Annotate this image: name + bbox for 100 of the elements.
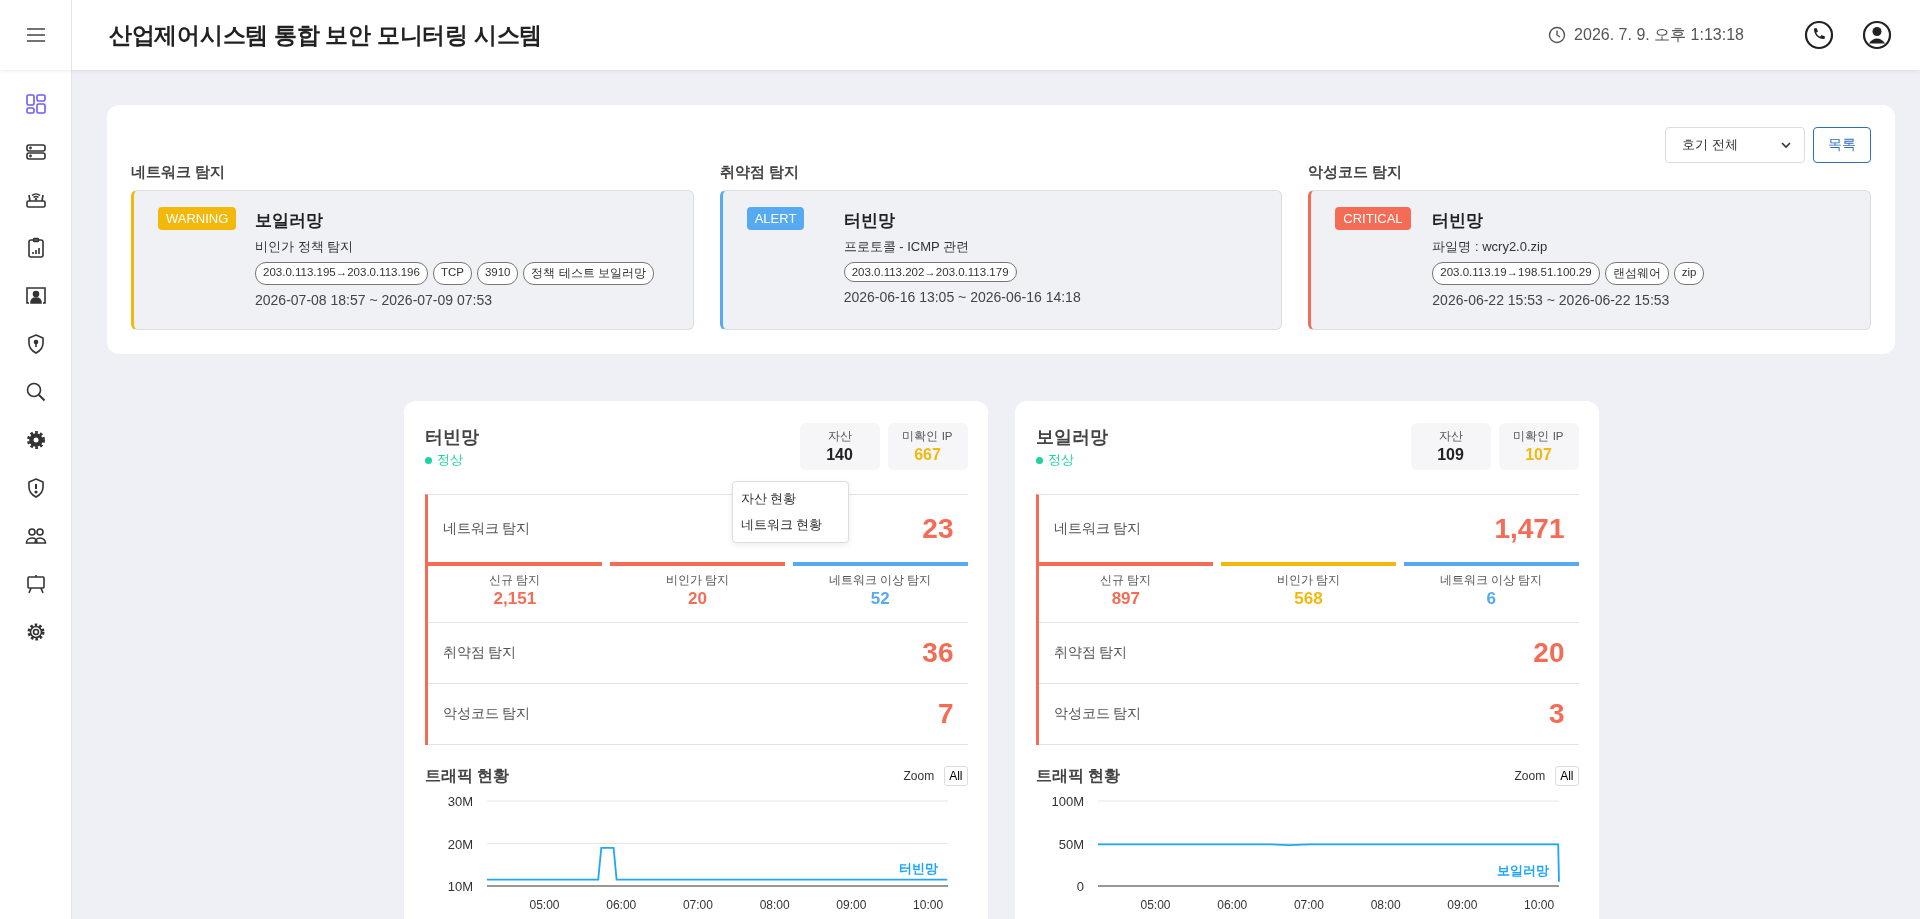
row-label: 네트워크 탐지 <box>442 519 531 538</box>
series-label: 보일러망 <box>1496 862 1549 878</box>
detection-period: 2026-06-22 15:53 ~ 2026-06-22 15:53 <box>1432 292 1671 308</box>
network-name: 터빈망 <box>843 210 896 232</box>
status-dot <box>424 456 432 464</box>
row-label: 네트워크 탐지 <box>1053 519 1142 538</box>
zoom-label: Zoom <box>1514 769 1546 783</box>
menu-icon <box>24 27 47 43</box>
stat-label: 자산 <box>827 429 852 444</box>
detection-description: 비인가 정책 탐지 <box>255 238 355 256</box>
app-title: 산업제어시스템 통합 보안 모니터링 시스템 <box>109 20 543 50</box>
stat-value: 140 <box>826 446 853 464</box>
tag: zip <box>1673 262 1705 285</box>
phone-button[interactable] <box>1804 20 1834 50</box>
dashboard-icon <box>23 92 48 116</box>
chart-title: 트래픽 현황 <box>424 765 509 786</box>
breakdown-label: 신규 탐지 <box>1100 572 1152 589</box>
tag: 랜섬웨어 <box>1604 262 1669 285</box>
network-title: 보일러망 <box>1035 426 1108 449</box>
breakdown-label: 신규 탐지 <box>489 572 541 589</box>
axis-label: 09:00 <box>835 898 866 912</box>
zoom-all-button[interactable]: All <box>1555 766 1579 786</box>
axis-label: 0 <box>1076 879 1084 894</box>
detection-card[interactable]: CRITICAL 터빈망 파일명 : wcry2.0.zip 203.0.113.19→198.51.100.29 랜섬웨어 zip 2026-06-22 15:53 ~ 2026-06-22 15:53 <box>1308 190 1871 330</box>
detection-count: 7 <box>937 698 954 730</box>
detection-period: 2026-06-16 13:05 ~ 2026-06-16 14:18 <box>843 289 1081 305</box>
zoom-label: Zoom <box>903 769 935 783</box>
row-label: 악성코드 탐지 <box>1053 705 1142 723</box>
stat-value: 667 <box>914 446 941 464</box>
zoom-all-button[interactable]: All <box>944 766 968 786</box>
breakdown-value: 6 <box>1486 589 1496 609</box>
axis-label: 20M <box>447 836 473 852</box>
network-name: 보일러망 <box>255 210 324 232</box>
stat-label: 미확인 IP <box>902 429 953 444</box>
status-dot <box>1035 456 1043 464</box>
menu-item[interactable]: 자산 현황 <box>740 488 840 510</box>
breakdown-value: 897 <box>1111 589 1140 609</box>
user-icon <box>1862 20 1892 50</box>
stat-value: 109 <box>1437 446 1464 464</box>
axis-label: 06:00 <box>605 898 636 912</box>
phone-icon <box>1804 20 1834 50</box>
breakdown-value: 2,151 <box>493 589 537 609</box>
menu-item[interactable]: 네트워크 현황 <box>740 514 840 536</box>
axis-label: 10:00 <box>912 898 943 912</box>
chart-title: 트래픽 현황 <box>1035 765 1120 786</box>
tag: 203.0.113.195→203.0.113.196 <box>255 262 428 285</box>
tag: 203.0.113.202→203.0.113.179 <box>843 262 1017 282</box>
user-button[interactable] <box>1862 20 1892 50</box>
detection-card[interactable]: ALERT 터빈망 프로토콜 - ICMP 관련 203.0.113.202→203.0.113.179 2026-06-16 13:05 ~ 2026-06-16 14:18 <box>719 190 1283 330</box>
network-name: 터빈망 <box>1432 210 1485 232</box>
row-label: 취약점 탐지 <box>1053 644 1128 662</box>
detection-description: 프로토콜 - ICMP 관련 <box>843 238 971 256</box>
axis-label: 08:00 <box>759 898 790 912</box>
axis-label: 50M <box>1058 836 1084 852</box>
axis-label: 10M <box>447 879 473 894</box>
axis-label: 09:00 <box>1446 898 1477 912</box>
breakdown-label: 네트워크 이상 탐지 <box>1439 572 1543 589</box>
axis-label: 07:00 <box>682 898 713 912</box>
axis-label: 10:00 <box>1523 898 1554 912</box>
network-title: 터빈망 <box>424 426 479 449</box>
detection-count: 20 <box>1533 637 1565 669</box>
breakdown-label: 비인가 탐지 <box>665 572 730 589</box>
section-heading: 악성코드 탐지 <box>1308 163 1404 182</box>
network-status: 정상 <box>436 451 463 469</box>
axis-label: 100M <box>1050 794 1084 809</box>
breakdown-value: 20 <box>688 589 707 609</box>
row-label: 악성코드 탐지 <box>442 705 531 723</box>
series-label: 터빈망 <box>898 860 938 876</box>
network-status: 정상 <box>1047 451 1074 469</box>
tag: 3910 <box>476 262 519 285</box>
axis-label: 30M <box>447 794 473 809</box>
unit-filter-dropdown[interactable]: 호기 전체 <box>1665 127 1805 163</box>
severity-badge: ALERT <box>746 207 805 230</box>
tag: 정책 테스트 보일러망 <box>523 262 654 285</box>
axis-label: 06:00 <box>1216 898 1247 912</box>
breakdown-value: 52 <box>870 589 890 609</box>
chevron-down-icon <box>1780 141 1792 149</box>
list-button[interactable]: 목록 <box>1813 127 1871 163</box>
detection-card[interactable]: WARNING 보일러망 비인가 정책 탐지 203.0.113.195→203.0.113.196 TCP 3910 정책 테스트 보일러망 2026-07-08 18:57 ~ 2026-07-09 07:53 <box>131 190 694 330</box>
axis-label: 05:00 <box>1140 898 1171 912</box>
axis-label: 07:00 <box>1293 898 1324 912</box>
breakdown-label: 네트워크 이상 탐지 <box>828 572 932 589</box>
current-datetime: 2026. 7. 9. 오후 1:13:18 <box>1574 24 1744 45</box>
detection-count: 23 <box>922 512 954 545</box>
tag: 203.0.113.19→198.51.100.29 <box>1432 262 1600 285</box>
severity-badge: CRITICAL <box>1335 207 1411 230</box>
detection-period: 2026-07-08 18:57 ~ 2026-07-09 07:53 <box>255 292 494 308</box>
row-label: 취약점 탐지 <box>442 644 517 662</box>
detection-count: 36 <box>922 637 954 669</box>
stat-label: 미확인 IP <box>1513 429 1564 444</box>
breakdown-label: 비인가 탐지 <box>1276 572 1341 589</box>
detection-description: 파일명 : wcry2.0.zip <box>1432 238 1549 256</box>
stat-label: 자산 <box>1438 429 1463 444</box>
clock-icon <box>1548 26 1567 44</box>
axis-label: 08:00 <box>1370 898 1401 912</box>
section-heading: 네트워크 탐지 <box>131 163 227 182</box>
detection-count: 1,471 <box>1494 512 1565 545</box>
stat-value: 107 <box>1525 446 1552 464</box>
severity-badge: WARNING <box>158 207 237 230</box>
tag: TCP <box>432 262 472 285</box>
